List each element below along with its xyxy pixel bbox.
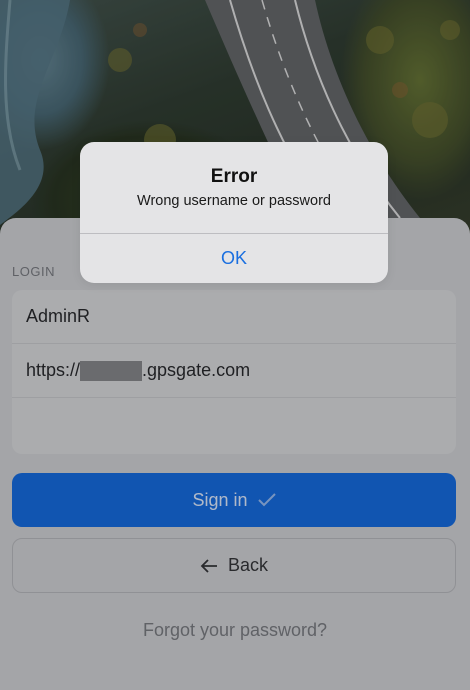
login-screen: LOGIN AdminR https:// .gpsgate.com Sign …	[0, 0, 470, 690]
alert-ok-button[interactable]: OK	[80, 234, 388, 283]
alert-title: Error	[210, 166, 258, 187]
alert-message: Wrong username or password	[137, 193, 331, 209]
modal-overlay	[0, 0, 470, 690]
error-alert: Error Wrong username or password OK	[80, 142, 388, 283]
